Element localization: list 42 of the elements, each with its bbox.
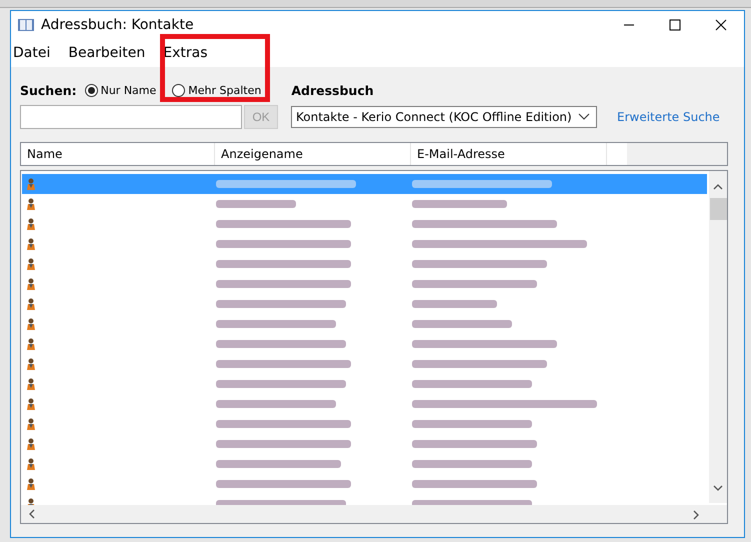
horizontal-scrollbar[interactable] bbox=[21, 505, 727, 523]
scroll-down-icon[interactable] bbox=[713, 483, 723, 493]
contact-icon bbox=[26, 458, 36, 470]
menu-item[interactable]: Datei bbox=[11, 43, 54, 63]
scroll-right-icon[interactable] bbox=[691, 510, 701, 520]
addressbook-label: Adressbuch bbox=[291, 82, 374, 98]
book-icon bbox=[17, 17, 35, 33]
contact-icon bbox=[26, 298, 36, 310]
contact-icon bbox=[26, 478, 36, 490]
advanced-search-link[interactable]: Erweiterte Suche bbox=[617, 110, 720, 124]
menu-item[interactable]: Bearbeiten bbox=[66, 43, 148, 63]
addressbook-dropdown[interactable]: Kontakte - Kerio Connect (KOC Offline Edition) bbox=[291, 106, 597, 128]
window-title: Adressbuch: Kontakte bbox=[41, 17, 195, 33]
contact-icon bbox=[26, 258, 36, 270]
contact-icon bbox=[26, 178, 36, 190]
contact-icon bbox=[26, 198, 36, 210]
contact-row[interactable] bbox=[22, 174, 707, 194]
contact-icon bbox=[26, 378, 36, 390]
scroll-up-icon[interactable] bbox=[713, 182, 723, 192]
contact-icon bbox=[26, 278, 36, 290]
menu-item[interactable]: Extras bbox=[161, 43, 211, 63]
maximize-icon bbox=[669, 19, 681, 31]
contact-icon bbox=[26, 338, 36, 350]
column-header[interactable]: E-Mail-Adresse bbox=[411, 143, 607, 165]
vertical-scrollbar[interactable] bbox=[709, 171, 727, 503]
search-field[interactable] bbox=[20, 105, 242, 129]
contact-icon bbox=[26, 418, 36, 430]
search-mode-radio[interactable]: Nur Name bbox=[84, 84, 156, 96]
contact-icon bbox=[26, 238, 36, 250]
column-header[interactable]: Anzeigename bbox=[215, 143, 411, 165]
contact-icon bbox=[26, 398, 36, 410]
scroll-thumb[interactable] bbox=[710, 198, 726, 220]
search-label: Suchen: bbox=[20, 82, 77, 98]
contact-icon bbox=[26, 358, 36, 370]
caret-icon bbox=[578, 113, 590, 121]
contact-icon bbox=[26, 318, 36, 330]
search-mode-radio[interactable]: Mehr Spalten bbox=[172, 84, 262, 96]
contact-icon bbox=[26, 218, 36, 230]
close-icon bbox=[715, 19, 727, 31]
scroll-left-icon[interactable] bbox=[27, 509, 37, 519]
contact-icon bbox=[26, 438, 36, 450]
column-header[interactable]: Name bbox=[21, 143, 215, 165]
